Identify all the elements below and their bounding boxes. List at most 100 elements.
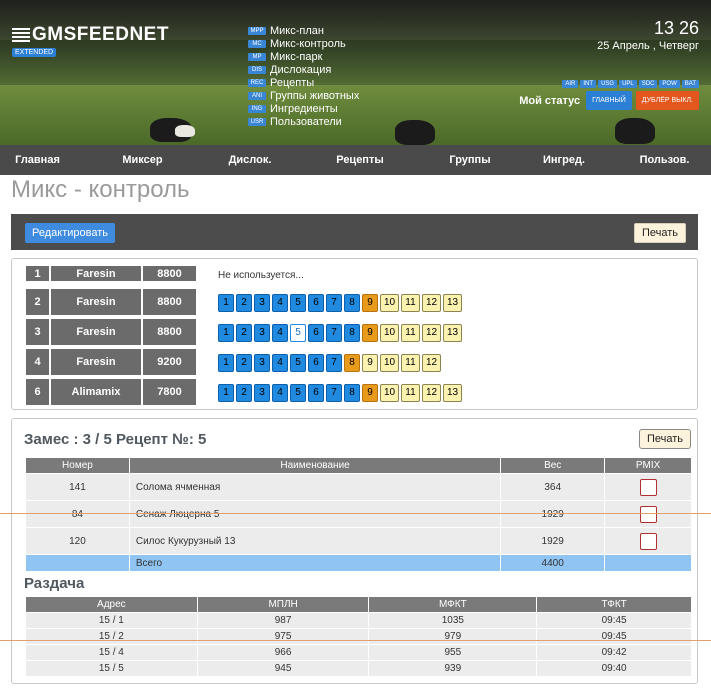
step-button[interactable]: 7 (326, 354, 342, 372)
step-button[interactable]: 2 (236, 354, 252, 372)
menu-item-recipes[interactable]: REC Рецепты (248, 76, 359, 89)
mixer-row[interactable]: 4 Faresin 9200 (25, 348, 197, 376)
step-button[interactable]: 7 (326, 294, 342, 312)
table-row[interactable]: 15 / 1 987 1035 09:45 (25, 612, 692, 629)
step-button[interactable]: 12 (422, 324, 441, 342)
pmix-checkbox[interactable] (639, 478, 657, 496)
step-button[interactable]: 11 (401, 384, 420, 402)
step-button[interactable]: 12 (422, 294, 441, 312)
step-button[interactable]: 10 (380, 384, 399, 402)
mixer-row[interactable]: 3 Faresin 8800 (25, 318, 197, 346)
step-button[interactable]: 12 (422, 384, 441, 402)
step-button[interactable]: 8 (344, 294, 360, 312)
step-button[interactable]: 2 (236, 294, 252, 312)
col-header-name[interactable]: Наименование (128, 457, 502, 474)
menu-item-mix-control[interactable]: MC Микс-контроль (248, 37, 359, 50)
status-backup-button[interactable]: ДУБЛЁР ВЫКЛ. (635, 91, 699, 110)
step-button[interactable]: 11 (401, 324, 420, 342)
step-button[interactable]: 9 (362, 354, 378, 372)
edit-button[interactable]: Редактировать (25, 223, 115, 243)
col-header-pmix[interactable]: PMIX (604, 457, 692, 474)
col-header-weight[interactable]: Вес (500, 457, 606, 474)
step-button[interactable]: 8 (344, 354, 360, 372)
status-main-button[interactable]: ГЛАВНЫЙ (586, 91, 632, 110)
mixer-row[interactable]: 2 Faresin 8800 (25, 288, 197, 316)
table-row[interactable]: 15 / 2 975 979 09:45 (25, 628, 692, 645)
step-button[interactable]: 8 (344, 324, 360, 342)
step-button[interactable]: 12 (422, 354, 441, 372)
nav-item-mixer[interactable]: Миксер (75, 145, 210, 175)
menu-item-dislocation[interactable]: DIS Дислокация (248, 63, 359, 76)
pmix-checkbox[interactable] (639, 532, 657, 550)
step-button[interactable]: 7 (326, 324, 342, 342)
pmix-checkbox[interactable] (639, 505, 657, 523)
table-row[interactable]: 141 Солома ячменная 364 (25, 473, 692, 501)
step-button[interactable]: 9 (362, 384, 378, 402)
table-row[interactable]: 120 Силос Кукурузный 13 1929 (25, 527, 692, 555)
nav-item-groups[interactable]: Группы (430, 145, 510, 175)
step-button[interactable]: 5 (290, 294, 306, 312)
col-header-address[interactable]: Адрес (25, 596, 198, 613)
menu-item-animal-groups[interactable]: ANI Группы животных (248, 89, 359, 102)
step-button[interactable]: 10 (380, 294, 399, 312)
step-button[interactable]: 2 (236, 324, 252, 342)
step-button[interactable]: 10 (380, 324, 399, 342)
table-row[interactable]: 15 / 5 945 939 09:40 (25, 660, 692, 677)
step-button[interactable]: 10 (380, 354, 399, 372)
step-button[interactable]: 11 (401, 294, 420, 312)
step-button[interactable]: 4 (272, 354, 288, 372)
step-button[interactable]: 6 (308, 294, 324, 312)
nav-item-home[interactable]: Главная (0, 145, 75, 175)
step-button[interactable]: 9 (362, 324, 378, 342)
step-button[interactable]: 8 (344, 384, 360, 402)
step-button[interactable]: 1 (218, 354, 234, 372)
menu-item-mix-park[interactable]: MP Микс-парк (248, 50, 359, 63)
step-button[interactable]: 4 (272, 294, 288, 312)
menu-item-mix-plan[interactable]: MPP Микс-план (248, 24, 359, 37)
step-button[interactable]: 13 (443, 384, 462, 402)
cell-pmix (604, 527, 692, 555)
step-button[interactable]: 1 (218, 294, 234, 312)
step-button[interactable]: 11 (401, 354, 420, 372)
clock: 13 26 (653, 18, 699, 38)
mixer-row[interactable]: 6 Alimamix 7800 (25, 378, 197, 406)
step-button[interactable]: 7 (326, 384, 342, 402)
step-button[interactable]: 9 (362, 294, 378, 312)
step-button[interactable]: 2 (236, 384, 252, 402)
step-button[interactable]: 4 (272, 324, 288, 342)
cell-address: 15 / 4 (25, 644, 198, 661)
step-button[interactable]: 6 (308, 324, 324, 342)
step-button[interactable]: 13 (443, 324, 462, 342)
step-button[interactable]: 3 (254, 384, 270, 402)
step-button[interactable]: 3 (254, 354, 270, 372)
batch-title: Замес : 3 / 5 Рецепт №: 5 (24, 431, 207, 448)
col-header-plan[interactable]: МПЛН (196, 596, 370, 613)
step-button[interactable]: 6 (308, 354, 324, 372)
nav-item-dislocation[interactable]: Дислок. (210, 145, 290, 175)
step-button[interactable]: 13 (443, 294, 462, 312)
step-button[interactable]: 5 (290, 324, 306, 342)
step-button[interactable]: 5 (290, 384, 306, 402)
print-button[interactable]: Печать (633, 223, 686, 243)
mixer-row[interactable]: 1 Faresin 8800 (25, 265, 197, 282)
nav-item-recipes[interactable]: Рецепты (290, 145, 430, 175)
table-row[interactable]: 15 / 4 966 955 09:42 (25, 644, 692, 661)
menu-item-ingredients[interactable]: ING Ингредиенты (248, 102, 359, 115)
step-button[interactable]: 6 (308, 384, 324, 402)
col-header-time[interactable]: ТФКТ (536, 596, 692, 613)
toolbar: Редактировать Печать (11, 214, 698, 250)
step-button[interactable]: 1 (218, 324, 234, 342)
col-header-number[interactable]: Номер (25, 457, 130, 474)
menu-item-users[interactable]: USR Пользователи (248, 115, 359, 128)
table-row[interactable]: 84 Сенаж Люцерна 5 1929 (25, 500, 692, 528)
step-button[interactable]: 1 (218, 384, 234, 402)
col-header-fact[interactable]: МФКТ (368, 596, 538, 613)
app-logo[interactable]: GMSFEEDNET (12, 24, 169, 46)
step-button[interactable]: 4 (272, 384, 288, 402)
step-button[interactable]: 5 (290, 354, 306, 372)
step-button[interactable]: 3 (254, 294, 270, 312)
nav-item-ingredients[interactable]: Ингред. (510, 145, 618, 175)
batch-print-button[interactable]: Печать (638, 429, 691, 449)
nav-item-users[interactable]: Пользов. (618, 145, 711, 175)
step-button[interactable]: 3 (254, 324, 270, 342)
